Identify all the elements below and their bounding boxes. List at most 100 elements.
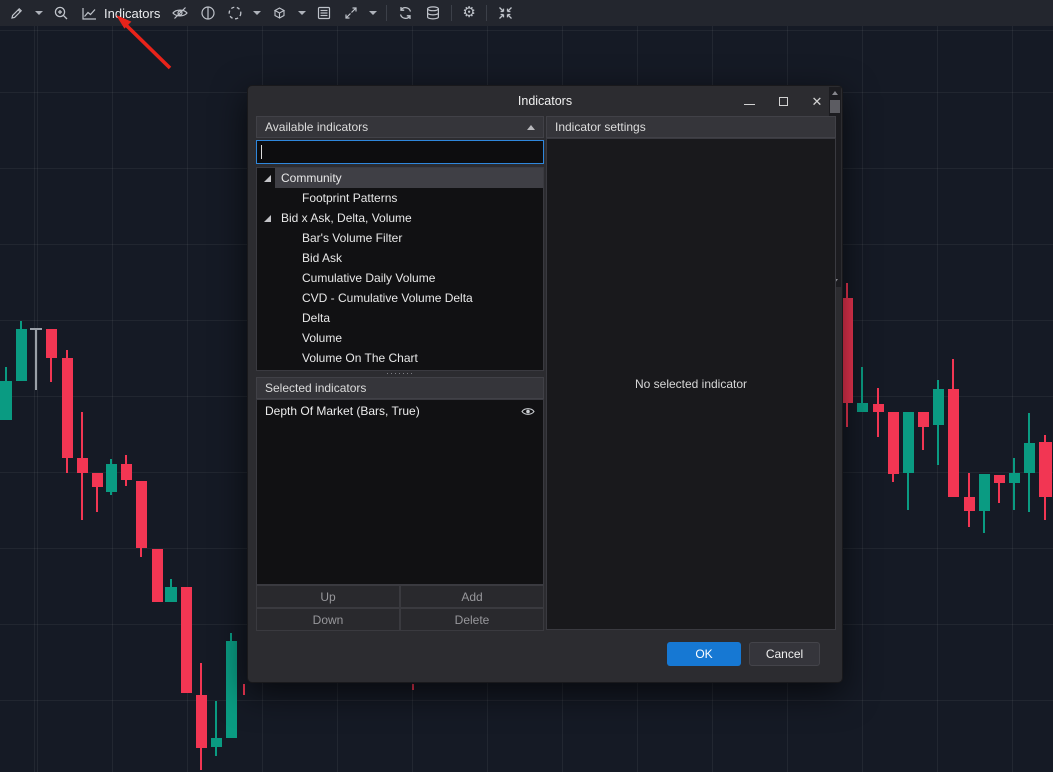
list-action-buttons: Up Add Down Delete	[256, 585, 544, 631]
tree-item-bid-ask[interactable]: Bid Ask	[257, 248, 543, 268]
resize-diagonal-icon	[343, 5, 359, 21]
tree-item-label: Bid Ask	[302, 251, 342, 265]
candle-body	[842, 298, 853, 403]
tree-item-label: CVD - Cumulative Volume Delta	[302, 291, 473, 305]
collapse-panels-button[interactable]	[496, 2, 515, 24]
candle-body	[211, 738, 222, 747]
candle-body	[873, 404, 884, 412]
caret-down-icon[interactable]	[369, 11, 377, 15]
cancel-button[interactable]: Cancel	[749, 642, 820, 666]
tree-item-cvd-cumulative-volume-delta[interactable]: CVD - Cumulative Volume Delta	[257, 288, 543, 308]
collapse-up-icon[interactable]	[527, 125, 535, 130]
selected-indicators-header: Selected indicators	[256, 377, 544, 399]
scrollbar-thumb[interactable]	[830, 100, 840, 113]
candle-body	[196, 695, 207, 748]
toolbar-separator	[451, 5, 452, 21]
list-icon	[316, 5, 332, 21]
tree-item-bar-s-volume-filter[interactable]: Bar's Volume Filter	[257, 228, 543, 248]
maximize-button[interactable]	[772, 90, 794, 112]
expander-icon[interactable]	[264, 175, 271, 182]
delete-button[interactable]: Delete	[400, 608, 544, 631]
candle-body	[412, 684, 414, 690]
order-panel-button[interactable]	[315, 2, 333, 24]
add-button[interactable]: Add	[400, 585, 544, 608]
minimize-button[interactable]	[738, 90, 760, 112]
indicator-search-input[interactable]	[256, 140, 544, 164]
candle-body	[92, 473, 103, 487]
minimize-icon	[744, 104, 755, 105]
tree-item-label: Footprint Patterns	[302, 191, 397, 205]
draw-pencil-button[interactable]	[8, 2, 26, 24]
tree-item-label: Community	[281, 171, 342, 185]
candle-body	[918, 412, 929, 427]
indicator-settings-panel: No selected indicator	[546, 138, 836, 630]
crosshair-circle-icon	[227, 5, 243, 21]
collapse-panels-icon	[497, 5, 514, 21]
selected-indicators-list: Depth Of Market (Bars, True)	[256, 399, 544, 585]
tree-item-bid-x-ask-delta-volume[interactable]: Bid x Ask, Delta, Volume	[257, 208, 543, 228]
candle-body	[888, 412, 899, 474]
scroll-up-button[interactable]	[829, 87, 841, 99]
caret-down-icon[interactable]	[35, 11, 43, 15]
contrast-button[interactable]	[199, 2, 217, 24]
candle-body	[994, 475, 1005, 483]
close-icon: ✕	[812, 95, 823, 108]
ok-button[interactable]: OK	[667, 642, 741, 666]
candle-body	[121, 464, 132, 480]
candle-body	[1039, 442, 1052, 497]
candle-wick	[215, 701, 217, 756]
tree-item-label: Volume	[302, 331, 342, 345]
candle-body	[165, 587, 177, 602]
candle-body	[77, 458, 88, 473]
splitter-grip[interactable]: ·······	[256, 369, 544, 377]
tree-item-delta[interactable]: Delta	[257, 308, 543, 328]
gear-icon: ⚙	[462, 5, 475, 21]
tree-item-label: Cumulative Daily Volume	[302, 271, 435, 285]
line-chart-icon	[81, 6, 98, 21]
tree-item-community[interactable]: Community	[257, 168, 543, 188]
candle-body	[16, 329, 27, 381]
chart-style-button[interactable]	[270, 2, 289, 24]
annotation-arrow	[100, 8, 190, 78]
caret-down-icon[interactable]	[298, 11, 306, 15]
candle-body	[46, 329, 57, 358]
text-caret	[261, 145, 262, 159]
candle-body	[226, 641, 237, 738]
candle-body	[933, 389, 944, 425]
zoom-in-button[interactable]	[52, 2, 71, 24]
tree-item-footprint-patterns[interactable]: Footprint Patterns	[257, 188, 543, 208]
expander-icon[interactable]	[264, 215, 271, 222]
reload-button[interactable]	[396, 2, 415, 24]
data-source-button[interactable]	[424, 2, 442, 24]
up-button[interactable]: Up	[256, 585, 400, 608]
selected-indicator-row[interactable]: Depth Of Market (Bars, True)	[257, 400, 543, 422]
tree-item-label: Volume On The Chart	[302, 351, 418, 365]
refresh-icon	[397, 5, 414, 21]
tree-item-volume-on-the-chart[interactable]: Volume On The Chart	[257, 348, 543, 368]
available-indicators-header[interactable]: Available indicators	[256, 116, 544, 138]
candle-body	[136, 481, 147, 548]
available-tree: Community Footprint Patterns Bid x Ask, De…	[256, 167, 544, 371]
candle-body	[30, 328, 42, 330]
indicators-dialog: Indicators ✕ Available indicators Commun…	[247, 85, 843, 683]
toolbar-separator	[486, 5, 487, 21]
scroll-up-icon	[832, 91, 838, 95]
crosshair-button[interactable]	[226, 2, 244, 24]
candle-body	[152, 549, 163, 602]
caret-down-icon[interactable]	[253, 11, 261, 15]
contrast-icon	[200, 5, 216, 21]
tree-item-cumulative-daily-volume[interactable]: Cumulative Daily Volume	[257, 268, 543, 288]
settings-button[interactable]: ⚙	[461, 2, 476, 24]
tree-item-volume[interactable]: Volume	[257, 328, 543, 348]
candle-wick	[877, 388, 879, 437]
resize-button[interactable]	[342, 2, 360, 24]
down-button[interactable]: Down	[256, 608, 400, 631]
candle-body	[1024, 443, 1035, 473]
close-button[interactable]: ✕	[806, 90, 828, 112]
tree-item-label: Delta	[302, 311, 330, 325]
visibility-eye-icon[interactable]	[521, 406, 535, 417]
no-selected-indicator-text: No selected indicator	[635, 377, 747, 391]
candle-body	[0, 381, 12, 420]
candle-body	[903, 412, 914, 473]
indicator-settings-header: Indicator settings	[546, 116, 836, 138]
